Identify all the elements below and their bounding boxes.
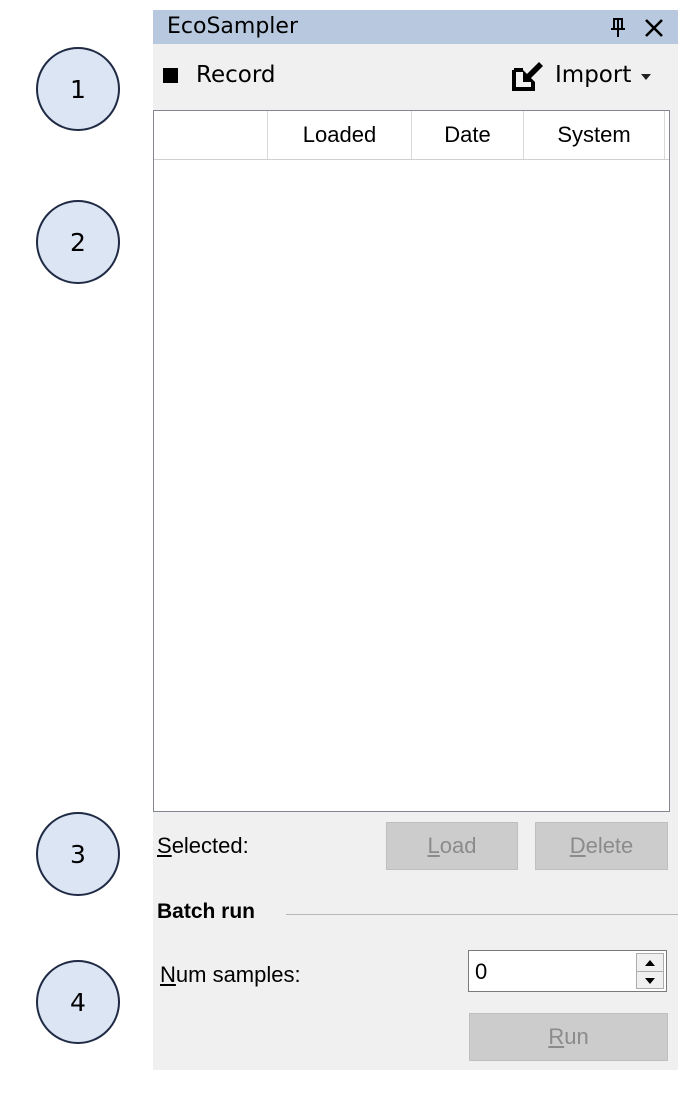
- chevron-down-icon[interactable]: [639, 72, 653, 82]
- callout-2-label: 2: [70, 227, 86, 257]
- callout-3: 3: [36, 812, 120, 896]
- spin-down-button[interactable]: [637, 972, 663, 989]
- num-samples-label: Num samples:: [160, 962, 301, 988]
- selected-label: Selected:: [157, 833, 249, 859]
- import-icon: [512, 62, 543, 91]
- toolbar: Record Import: [153, 44, 678, 106]
- panel-title: EcoSampler: [167, 14, 298, 39]
- spin-up-button[interactable]: [637, 954, 663, 972]
- group-divider: [286, 914, 678, 915]
- callout-1: 1: [36, 47, 120, 131]
- record-button[interactable]: Record: [163, 58, 275, 92]
- ecosampler-panel: EcoSampler Record Import Loaded Date Sys…: [153, 10, 678, 1070]
- callout-4: 4: [36, 960, 120, 1044]
- column-header-date[interactable]: Date: [412, 111, 524, 159]
- column-header-blank[interactable]: [154, 111, 268, 159]
- close-icon[interactable]: [641, 15, 667, 41]
- selected-label-accesskey: S: [157, 833, 172, 858]
- num-samples-accesskey: N: [160, 962, 176, 987]
- column-header-system[interactable]: System: [524, 111, 665, 159]
- spinner: [636, 953, 664, 989]
- load-button-accesskey: L: [427, 833, 440, 858]
- batch-run-title: Batch run: [157, 900, 256, 923]
- delete-button-accesskey: D: [569, 833, 586, 858]
- samples-list[interactable]: Loaded Date System: [153, 110, 670, 812]
- num-samples-label-rest: um samples:: [175, 962, 301, 987]
- column-header-date-label: Date: [444, 122, 491, 147]
- record-label: Record: [196, 62, 276, 88]
- import-label: Import: [555, 62, 632, 88]
- list-body[interactable]: [154, 160, 669, 810]
- run-button[interactable]: Run: [469, 1013, 668, 1061]
- delete-button[interactable]: Delete: [535, 822, 668, 870]
- callout-2: 2: [36, 200, 120, 284]
- num-samples-stepper[interactable]: 0: [468, 950, 667, 992]
- triangle-up-icon: [645, 959, 655, 966]
- selected-label-rest: elected:: [171, 833, 249, 858]
- callout-4-label: 4: [70, 987, 86, 1017]
- column-header-system-label: System: [557, 122, 631, 147]
- panel-titlebar[interactable]: EcoSampler: [153, 10, 678, 44]
- import-button[interactable]: Import: [511, 58, 653, 92]
- callout-1-label: 1: [70, 74, 86, 104]
- num-samples-value[interactable]: 0: [475, 959, 487, 985]
- run-button-accesskey: R: [548, 1024, 565, 1049]
- stop-square-icon: [163, 67, 178, 83]
- pin-icon[interactable]: [607, 17, 629, 39]
- column-header-loaded-label: Loaded: [302, 122, 377, 147]
- delete-button-label: elete: [585, 833, 634, 858]
- load-button-label: oad: [439, 833, 477, 858]
- list-header: Loaded Date System: [154, 111, 669, 160]
- triangle-down-icon: [645, 977, 655, 984]
- callout-3-label: 3: [70, 839, 86, 869]
- load-button[interactable]: Load: [386, 822, 518, 870]
- run-button-label: un: [564, 1024, 589, 1049]
- column-header-loaded[interactable]: Loaded: [268, 111, 412, 159]
